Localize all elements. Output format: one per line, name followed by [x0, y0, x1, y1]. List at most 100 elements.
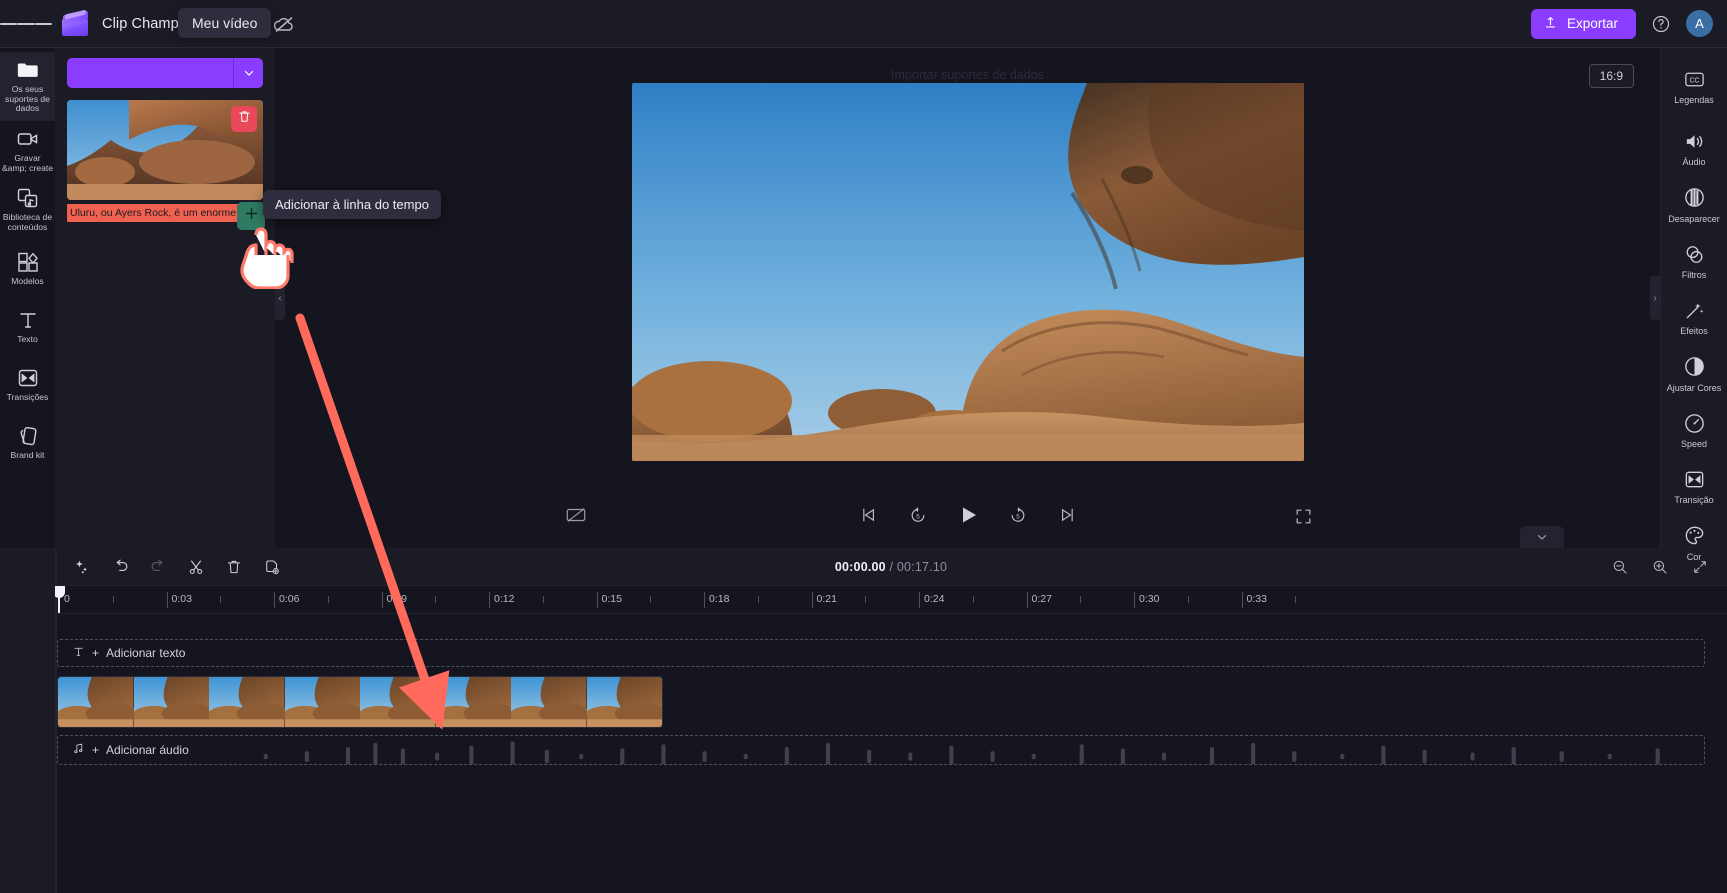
- time-display: 00:00.00 / 00:17.10: [835, 560, 947, 574]
- fade-icon: [1682, 186, 1706, 210]
- fullscreen-icon[interactable]: [1291, 504, 1315, 528]
- chevron-down-icon[interactable]: [233, 58, 263, 88]
- project-name-field[interactable]: Meu vídeo: [178, 8, 272, 38]
- add-text-placeholder[interactable]: + Adicionar texto: [57, 639, 1705, 667]
- timeline-main: 00:00.00 / 00:17.10 0 0:03 0:06 0:09 0:1…: [55, 548, 1727, 893]
- clip-thumbnail-frame: [586, 677, 662, 727]
- clipchamp-logo-icon: [52, 9, 98, 36]
- ruler-label: 0:33: [1246, 593, 1267, 605]
- ruler-minor-tick: [542, 596, 544, 603]
- sidebar-item-templates[interactable]: Modelos: [0, 239, 55, 297]
- delete-media-button[interactable]: [231, 106, 257, 132]
- timeline-ruler[interactable]: 0 0:03 0:06 0:09 0:12 0:15 0:18 0:21 0:24 0:27 0:3…: [55, 586, 1727, 614]
- right-rail-item-filters[interactable]: Filtros: [1661, 233, 1727, 289]
- zoom-out-icon[interactable]: [1609, 556, 1631, 578]
- ruler-tick: [1241, 592, 1243, 608]
- scissors-icon[interactable]: [185, 556, 207, 578]
- ruler-label: 0:06: [279, 593, 300, 605]
- player-controls: 5 5: [275, 500, 1660, 530]
- sidebar-label-record-create: Gravar &amp; create: [1, 152, 54, 173]
- sidebar-label-text: Texto: [17, 333, 38, 344]
- right-rail-item-fade[interactable]: Desaparecer: [1661, 177, 1727, 233]
- add-audio-placeholder[interactable]: + Adicionar áudio: [57, 735, 1705, 765]
- ruler-label: 0:27: [1031, 593, 1052, 605]
- video-camera-icon: [16, 127, 40, 151]
- sidebar-item-content-library[interactable]: Biblioteca de conteúdos: [0, 180, 55, 239]
- ruler-tick: [274, 592, 275, 608]
- trash-icon[interactable]: [223, 556, 245, 578]
- import-hint-text: Importar suportes de dados: [891, 68, 1044, 82]
- aspect-ratio-button[interactable]: 16:9: [1588, 64, 1634, 88]
- export-button[interactable]: Exportar: [1530, 8, 1636, 39]
- timeline-tracks: + Adicionar texto + Adicionar áudio: [55, 614, 1727, 893]
- right-rail-item-adjust-colors[interactable]: Ajustar Cores: [1661, 346, 1727, 402]
- playhead-line: [58, 594, 60, 613]
- media-panel: Uluru, ou Ayers Rock, é um enorme s. Adi…: [55, 48, 441, 548]
- sidebar-item-brand-kit[interactable]: Brand kit: [0, 413, 55, 471]
- right-rail-label-filters: Filtros: [1681, 270, 1707, 281]
- undo-icon[interactable]: [109, 556, 131, 578]
- preview-collapse-chevron-icon[interactable]: [1520, 526, 1564, 548]
- ruler-tick: [489, 592, 490, 608]
- forward-5-icon[interactable]: 5: [1005, 502, 1031, 528]
- redo-icon[interactable]: [147, 556, 169, 578]
- speedometer-icon: [1682, 411, 1706, 435]
- pointing-hand-cursor: [240, 227, 294, 289]
- sidebar-item-transitions[interactable]: Transições: [0, 355, 55, 413]
- video-clip[interactable]: [57, 676, 663, 728]
- ruler-tick: [1026, 592, 1028, 608]
- replay-5-icon[interactable]: 5: [905, 502, 931, 528]
- right-rail: CC Legendas Áudio Desaparecer Filtros Ef…: [1660, 48, 1727, 562]
- help-circle-icon[interactable]: [1648, 11, 1674, 37]
- topbar-actions: Exportar A: [1530, 8, 1727, 39]
- sidebar-item-your-media[interactable]: Os seus suportes de dados: [0, 52, 55, 121]
- ruler-label: 0:24: [924, 593, 945, 605]
- right-rail-label-effects: Efeitos: [1680, 326, 1708, 337]
- collapse-right-panel-button[interactable]: ›: [1650, 276, 1660, 320]
- skip-next-icon[interactable]: [1055, 502, 1081, 528]
- add-audio-label: Adicionar áudio: [106, 743, 189, 757]
- clip-thumbnail-frame: [209, 677, 285, 727]
- text-t-icon: [72, 645, 85, 661]
- sidebar-label-content-library: Biblioteca de conteúdos: [2, 212, 53, 232]
- ruler-minor-tick: [650, 596, 652, 603]
- ruler-label: 0:12: [494, 593, 515, 605]
- ruler-minor-tick: [972, 596, 974, 603]
- right-rail-label-captions: Legendas: [1674, 95, 1714, 105]
- cloud-off-icon[interactable]: [271, 11, 297, 37]
- sidebar-item-record-create[interactable]: Gravar &amp; create: [0, 121, 55, 180]
- right-rail-label-fade: Desaparecer: [1668, 213, 1720, 224]
- avatar[interactable]: A: [1686, 10, 1713, 37]
- skip-previous-icon[interactable]: [855, 502, 881, 528]
- right-rail-item-color[interactable]: Cor: [1661, 515, 1727, 571]
- ruler-label: 0:18: [709, 593, 730, 605]
- right-rail-item-transition[interactable]: Transição: [1661, 458, 1727, 514]
- ruler-minor-tick: [112, 596, 114, 603]
- hamburger-menu-icon[interactable]: [0, 0, 52, 48]
- right-rail-item-speed[interactable]: Speed: [1661, 402, 1727, 458]
- filters-circles-icon: [1682, 242, 1706, 266]
- sidebar-item-text[interactable]: Texto: [0, 297, 55, 355]
- right-rail-label-adjust-colors: Ajustar Cores: [1666, 382, 1722, 393]
- ruler-minor-tick: [1295, 596, 1297, 603]
- text-track[interactable]: + Adicionar texto: [57, 639, 1705, 667]
- play-button[interactable]: [955, 502, 981, 528]
- video-preview[interactable]: [631, 83, 1304, 461]
- sparkle-icon[interactable]: [71, 556, 93, 578]
- total-time: / 00:17.10: [889, 559, 948, 574]
- music-note-icon: [72, 742, 85, 758]
- import-media-button[interactable]: [67, 58, 233, 88]
- right-rail-item-captions[interactable]: CC Legendas: [1661, 58, 1727, 114]
- left-rail: Os seus suportes de dados Gravar &amp; c…: [0, 48, 55, 548]
- right-rail-item-effects[interactable]: Efeitos: [1661, 289, 1727, 345]
- audio-track[interactable]: + Adicionar áudio: [57, 735, 1705, 765]
- ruler-label: 0:21: [816, 593, 837, 605]
- ruler-minor-tick: [1187, 596, 1189, 603]
- media-card[interactable]: Uluru, ou Ayers Rock, é um enorme s.: [67, 100, 265, 231]
- content-library-icon: [16, 186, 40, 210]
- right-rail-item-audio[interactable]: Áudio: [1661, 120, 1727, 176]
- duplicate-icon[interactable]: [261, 556, 283, 578]
- timeline-left-edge: [55, 548, 57, 893]
- upload-icon: [1543, 15, 1558, 33]
- right-rail-label-color: Cor: [1686, 551, 1702, 562]
